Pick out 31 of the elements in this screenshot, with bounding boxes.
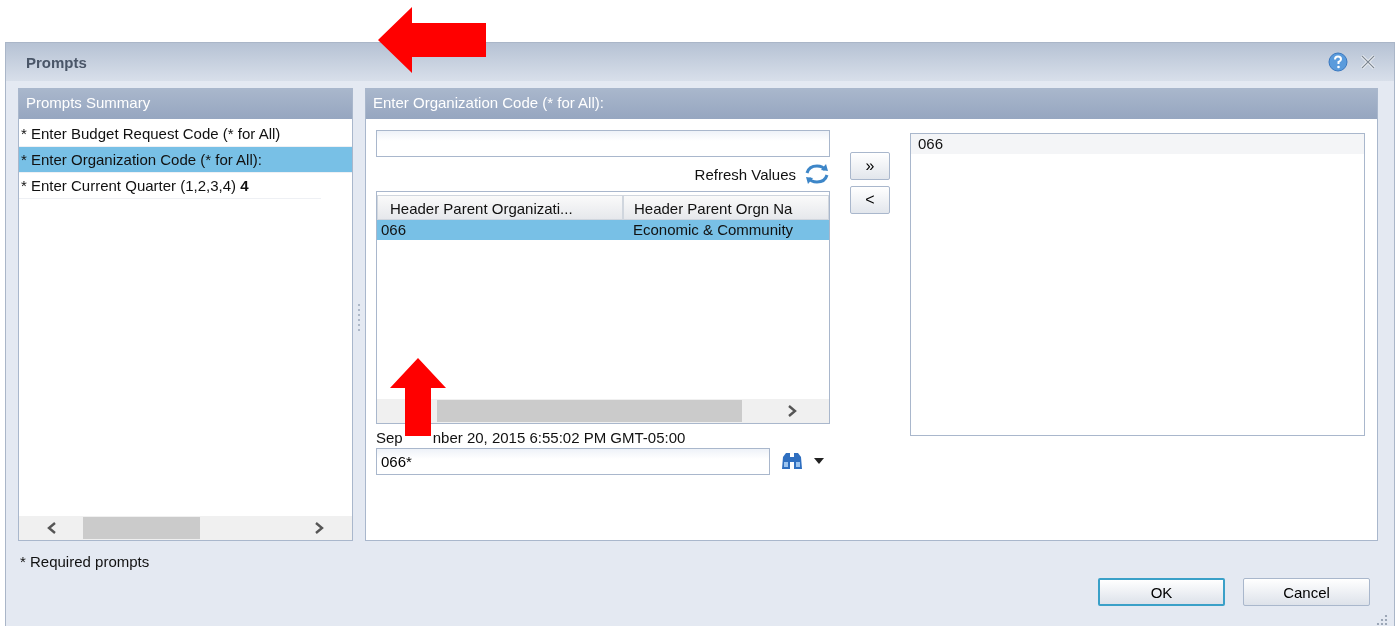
timestamp-text: nber 20, 2015 6:55:02 PM GMT-05:00 xyxy=(432,429,686,446)
column-header[interactable]: Header Parent Orgn Na xyxy=(623,195,829,220)
panel-header: Enter Organization Code (* for All): xyxy=(366,89,1377,119)
required-note: * Required prompts xyxy=(19,552,151,570)
dialog-button[interactable]: OK xyxy=(1098,578,1225,606)
prompt-item[interactable]: * Enter Organization Code (* for All): xyxy=(19,147,352,173)
dropdown-caret-icon[interactable] xyxy=(814,457,824,464)
search-field[interactable]: 066* xyxy=(376,448,770,475)
panel-header: Prompts Summary xyxy=(19,89,352,119)
refresh-icon[interactable] xyxy=(804,164,830,184)
horizontal-scrollbar[interactable] xyxy=(19,516,352,540)
help-icon[interactable] xyxy=(1328,52,1348,72)
scroll-thumb[interactable] xyxy=(83,517,200,539)
resize-grip-icon[interactable] xyxy=(1374,613,1388,626)
move-button[interactable]: » xyxy=(850,152,890,180)
table-row[interactable]: 066 Economic & Community xyxy=(377,220,829,240)
table-cell-text: Economic & Community xyxy=(632,220,795,240)
filter-field[interactable] xyxy=(376,130,830,157)
window-title: Prompts xyxy=(26,53,87,71)
move-button[interactable]: < xyxy=(850,186,890,214)
dialog-button[interactable]: Cancel xyxy=(1243,578,1370,606)
close-icon[interactable] xyxy=(1360,54,1376,70)
timestamp-text: Sep xyxy=(376,429,403,446)
column-header[interactable]: Header Parent Organizati... xyxy=(377,195,623,220)
table-cell-text: 066 xyxy=(380,220,408,240)
binoculars-icon[interactable] xyxy=(780,450,804,471)
prompt-item[interactable]: * Enter Current Quarter (1,2,3,4) 4 xyxy=(19,173,321,199)
horizontal-scrollbar[interactable] xyxy=(377,399,829,423)
selected-value[interactable]: 066 xyxy=(911,134,1364,154)
refresh-values-link[interactable]: Refresh Values xyxy=(694,165,796,183)
scroll-thumb[interactable] xyxy=(437,400,742,422)
